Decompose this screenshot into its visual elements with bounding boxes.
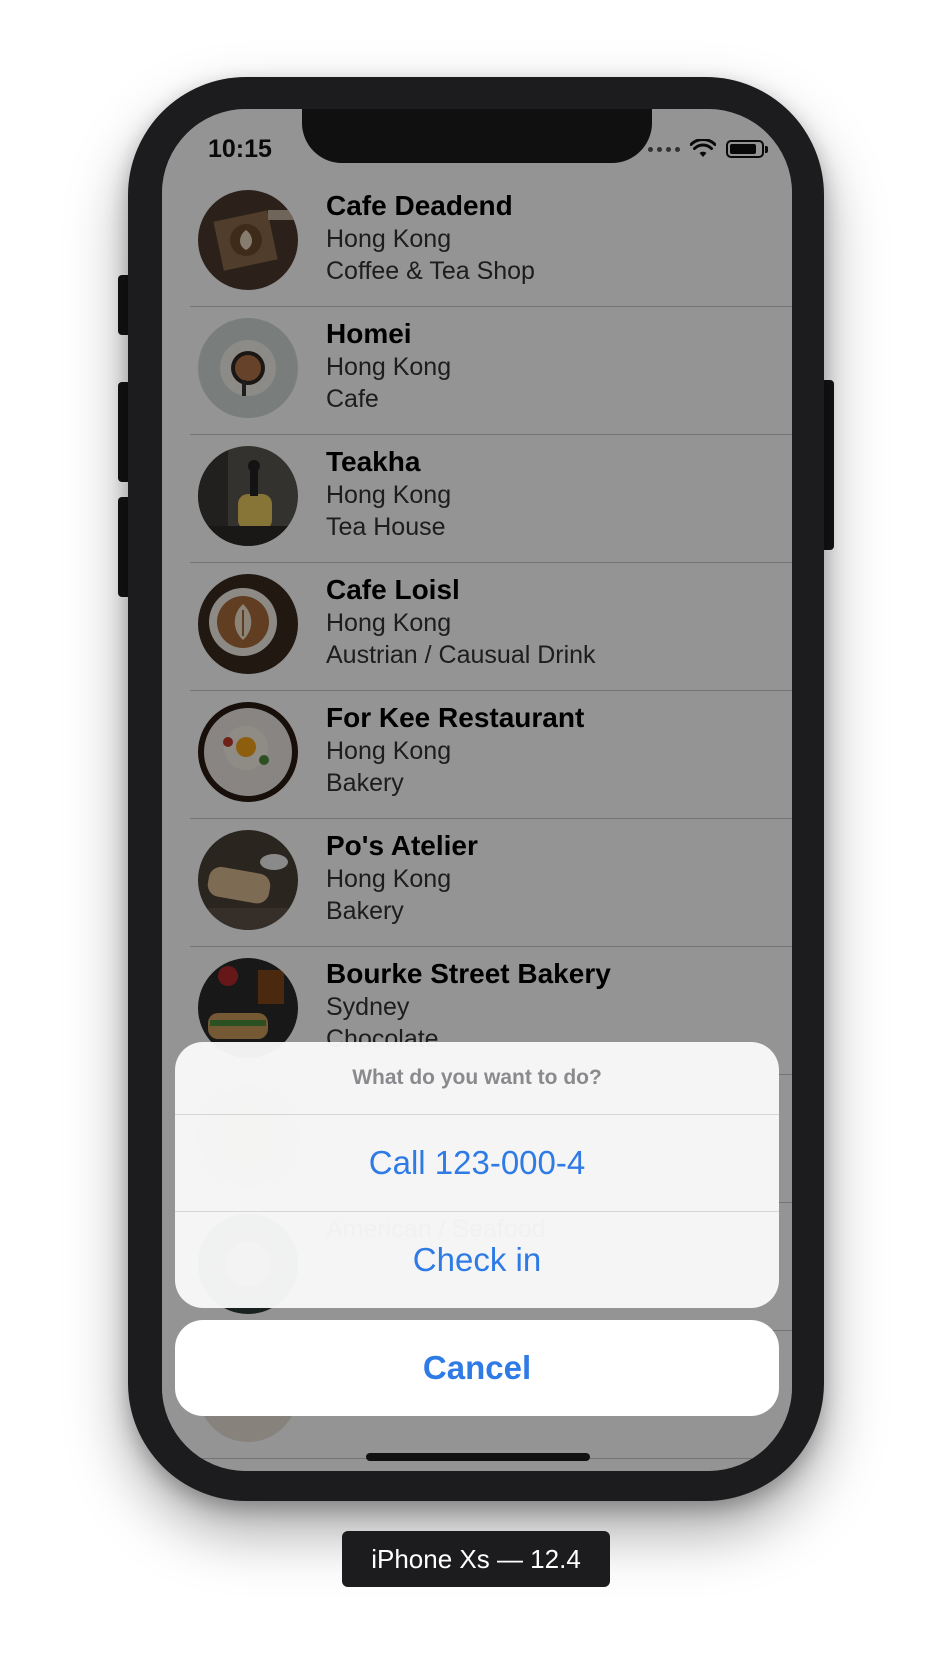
check-in-button[interactable]: Check in: [175, 1212, 779, 1308]
home-indicator[interactable]: [366, 1453, 590, 1461]
volume-down-button: [118, 497, 128, 597]
volume-up-button: [118, 382, 128, 482]
phone-screen: 10:15 Cafe Deadend Hong Kong Coffee & Te…: [162, 109, 792, 1471]
simulator-stage: 10:15 Cafe Deadend Hong Kong Coffee & Te…: [0, 0, 952, 1654]
action-sheet-title: What do you want to do?: [175, 1042, 779, 1115]
power-button: [824, 380, 834, 550]
call-button[interactable]: Call 123-000-4: [175, 1115, 779, 1212]
device-label: iPhone Xs — 12.4: [342, 1531, 610, 1587]
cancel-button[interactable]: Cancel: [175, 1320, 779, 1416]
silent-switch: [118, 275, 128, 335]
action-sheet: What do you want to do? Call 123-000-4 C…: [175, 1042, 779, 1308]
